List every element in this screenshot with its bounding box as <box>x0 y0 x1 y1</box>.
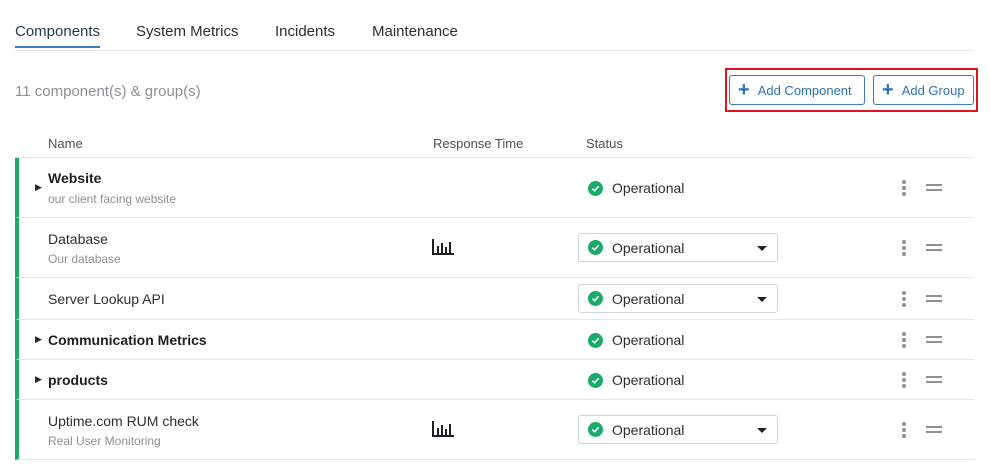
add-component-label: Add Component <box>757 82 852 98</box>
caret-right-icon[interactable]: ▶ <box>35 334 42 345</box>
table-row: ▶ Communication Metrics Operational <box>15 320 974 360</box>
bar-chart-icon[interactable] <box>432 421 454 437</box>
kebab-menu-icon[interactable] <box>901 240 907 256</box>
drag-handle-icon[interactable] <box>926 376 942 384</box>
chevron-down-icon <box>757 246 767 251</box>
component-description: Our database <box>48 252 121 266</box>
drag-handle-icon[interactable] <box>926 336 942 344</box>
kebab-menu-icon[interactable] <box>901 180 907 196</box>
kebab-menu-icon[interactable] <box>901 332 907 348</box>
component-name: Server Lookup API <box>48 291 165 307</box>
status-label: Operational <box>588 372 684 388</box>
component-name: Database <box>48 231 108 247</box>
check-circle-icon <box>588 180 603 196</box>
check-circle-icon <box>588 291 603 306</box>
add-group-button[interactable]: + Add Group <box>873 75 974 105</box>
component-name: Website <box>48 170 102 186</box>
component-description: Real User Monitoring <box>48 434 161 448</box>
status-text: Operational <box>612 239 685 256</box>
drag-handle-icon[interactable] <box>926 295 942 303</box>
column-header-response-time: Response Time <box>433 136 524 151</box>
table-row: ▶ Website our client facing website Oper… <box>15 158 974 218</box>
component-name: Uptime.com RUM check <box>48 413 199 429</box>
chevron-down-icon <box>757 297 767 302</box>
tab-bar: Components System Metrics Incidents Main… <box>15 0 974 51</box>
table-row: ▶ products Operational <box>15 360 974 400</box>
table-row: Server Lookup API Operational <box>15 278 974 320</box>
status-dropdown[interactable]: Operational <box>578 233 778 262</box>
tab-components[interactable]: Components <box>15 23 101 48</box>
tab-incidents[interactable]: Incidents <box>275 23 335 46</box>
status-text: Operational <box>612 372 685 388</box>
status-dropdown[interactable]: Operational <box>578 284 778 313</box>
column-header-name: Name <box>48 136 83 151</box>
caret-right-icon[interactable]: ▶ <box>35 374 42 385</box>
status-text: Operational <box>612 421 685 438</box>
check-circle-icon <box>588 372 603 388</box>
status-dropdown[interactable]: Operational <box>578 415 778 444</box>
drag-handle-icon[interactable] <box>926 244 942 252</box>
status-text: Operational <box>612 290 685 307</box>
check-circle-icon <box>588 332 603 348</box>
drag-handle-icon[interactable] <box>926 184 942 192</box>
component-description: our client facing website <box>48 192 177 206</box>
check-circle-icon <box>588 240 603 255</box>
kebab-menu-icon[interactable] <box>901 291 907 307</box>
table-row: Database Our database Operational <box>15 218 974 278</box>
status-label: Operational <box>588 180 684 196</box>
table-row: Uptime.com RUM check Real User Monitorin… <box>15 400 974 460</box>
component-name: products <box>48 372 108 388</box>
plus-icon: + <box>738 79 750 101</box>
drag-handle-icon[interactable] <box>926 426 942 434</box>
component-count: 11 component(s) & group(s) <box>15 83 201 100</box>
status-text: Operational <box>612 180 685 196</box>
bar-chart-icon[interactable] <box>432 239 454 255</box>
status-text: Operational <box>612 332 685 348</box>
status-label: Operational <box>588 332 684 348</box>
caret-right-icon[interactable]: ▶ <box>35 182 42 193</box>
plus-icon: + <box>882 79 894 101</box>
add-component-button[interactable]: + Add Component <box>729 75 865 105</box>
kebab-menu-icon[interactable] <box>901 422 907 438</box>
component-name: Communication Metrics <box>48 332 207 348</box>
chevron-down-icon <box>757 428 767 433</box>
tab-system-metrics[interactable]: System Metrics <box>136 23 239 46</box>
column-header-status: Status <box>586 136 623 151</box>
tab-maintenance[interactable]: Maintenance <box>372 23 458 46</box>
add-group-label: Add Group <box>901 82 965 98</box>
check-circle-icon <box>588 422 603 437</box>
kebab-menu-icon[interactable] <box>901 372 907 388</box>
